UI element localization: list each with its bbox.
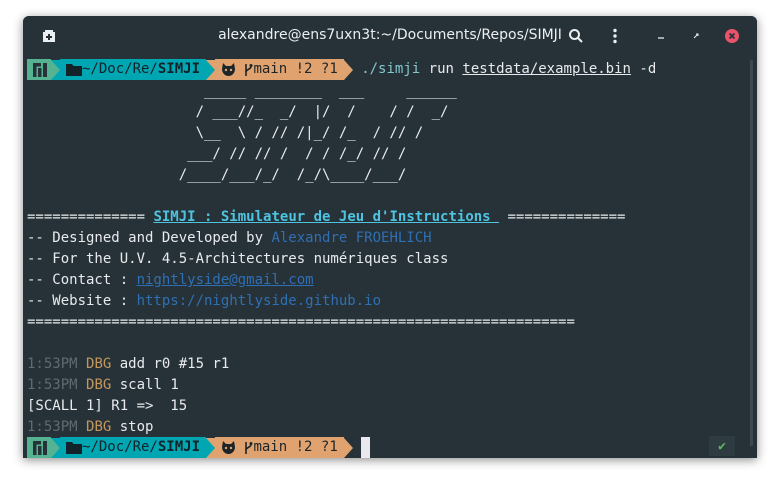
command-verb: run (428, 61, 454, 77)
scrollbar[interactable] (750, 60, 753, 446)
website-label: -- Website : (27, 293, 137, 309)
contact-email-link[interactable]: nightlyside@gmail.com (137, 272, 314, 288)
shell-prompt: ~/Doc/Re/SIMJI main !2 ?1 ./simji run te… (27, 59, 656, 80)
manjaro-logo-icon (27, 59, 51, 80)
shell-prompt: ~/Doc/Re/SIMJI main !2 ?1 (27, 437, 371, 458)
minimize-icon[interactable] (649, 24, 673, 48)
git-branch: main (253, 61, 288, 77)
log-level: DBG (86, 356, 112, 372)
log-message: scall 1 (119, 377, 179, 393)
folder-icon (66, 442, 82, 454)
log-message: stop (119, 419, 154, 435)
rule-left: ============== (27, 209, 146, 225)
ascii-art-line: _____ ________ ___ ______ (27, 83, 457, 99)
path-prefix: ~/Doc/Re/ (82, 61, 158, 77)
maximize-icon[interactable] (684, 24, 708, 48)
website-line: -- Website : https://nightlyside.github.… (27, 291, 381, 312)
designed-by-line: -- Designed and Developed by Alexandre F… (27, 228, 432, 249)
author-name: Alexandre FROEHLICH (271, 230, 432, 246)
kebab-menu-icon[interactable] (603, 24, 627, 48)
contact-label: -- Contact : (27, 272, 137, 288)
terminal-window: alexandre@ens7uxn3t:~/Documents/Repos/SI… (23, 16, 757, 458)
banner-title: SIMJI : Simulateur de Jeu d'Instructions (153, 209, 500, 225)
banner-title-line: ============== SIMJI : Simulateur de Jeu… (27, 207, 625, 228)
github-icon (222, 62, 236, 76)
log-level: DBG (86, 377, 112, 393)
path-prefix: ~/Doc/Re/ (82, 439, 158, 455)
designed-label: -- Designed and Developed by (27, 230, 272, 246)
log-line: 1:53PM DBG add r0 #15 r1 (27, 354, 229, 375)
manjaro-logo-icon (27, 437, 51, 458)
text-cursor[interactable] (361, 437, 371, 458)
log-time: 1:53PM (27, 419, 78, 435)
search-icon[interactable] (564, 24, 588, 48)
ascii-art-line: \__ \ / // /|_/ /_ / // / (27, 125, 424, 141)
path-current: SIMJI (157, 61, 201, 77)
banner-bottom-rule: ========================================… (27, 314, 575, 330)
log-time: 1:53PM (27, 356, 78, 372)
ascii-art-line: ___/ // // / / / /_/ // / (27, 146, 407, 162)
terminal-output[interactable]: ~/Doc/Re/SIMJI main !2 ?1 ./simji run te… (23, 56, 757, 458)
git-branch-icon (245, 441, 253, 454)
contact-line: -- Contact : nightlyside@gmail.com (27, 270, 314, 291)
command-flag: -d (639, 61, 657, 77)
log-line: 1:53PM DBG stop (27, 417, 153, 438)
checkmark-icon: ✔ (709, 436, 735, 456)
git-status-segment: main !2 ?1 (215, 437, 344, 458)
rule-right: ============== (507, 209, 626, 225)
log-level: DBG (86, 419, 112, 435)
program-output-line: [SCALL 1] R1 => 15 (27, 398, 188, 414)
command-executable: ./simji (361, 61, 421, 77)
window-title: alexandre@ens7uxn3t:~/Documents/Repos/SI… (218, 27, 562, 43)
git-branch-icon (245, 63, 253, 76)
log-message: add r0 #15 r1 (119, 356, 230, 372)
command-file-arg: testdata/example.bin (462, 61, 631, 77)
title-bar: alexandre@ens7uxn3t:~/Documents/Repos/SI… (23, 16, 757, 56)
folder-icon (66, 64, 82, 76)
website-link[interactable]: https://nightlyside.github.io (137, 293, 381, 309)
git-dirty-status: !2 ?1 (295, 61, 338, 77)
path-current: SIMJI (157, 439, 201, 455)
log-line: 1:53PM DBG scall 1 (27, 375, 179, 396)
current-directory: ~/Doc/Re/SIMJI (60, 437, 207, 458)
log-time: 1:53PM (27, 377, 78, 393)
ascii-art-line: /____/___/_/ /_/\____/___/ (27, 167, 407, 183)
git-dirty-status: !2 ?1 (295, 439, 338, 455)
git-status-segment: main !2 ?1 (215, 59, 344, 80)
git-branch: main (253, 439, 288, 455)
github-icon (222, 440, 236, 454)
ascii-art-line: / ___//_ _/ |/ / / / _/ (27, 104, 449, 120)
course-line: -- For the U.V. 4.5-Architectures numéri… (27, 251, 449, 267)
current-directory: ~/Doc/Re/SIMJI (60, 59, 207, 80)
close-icon[interactable] (720, 24, 744, 48)
